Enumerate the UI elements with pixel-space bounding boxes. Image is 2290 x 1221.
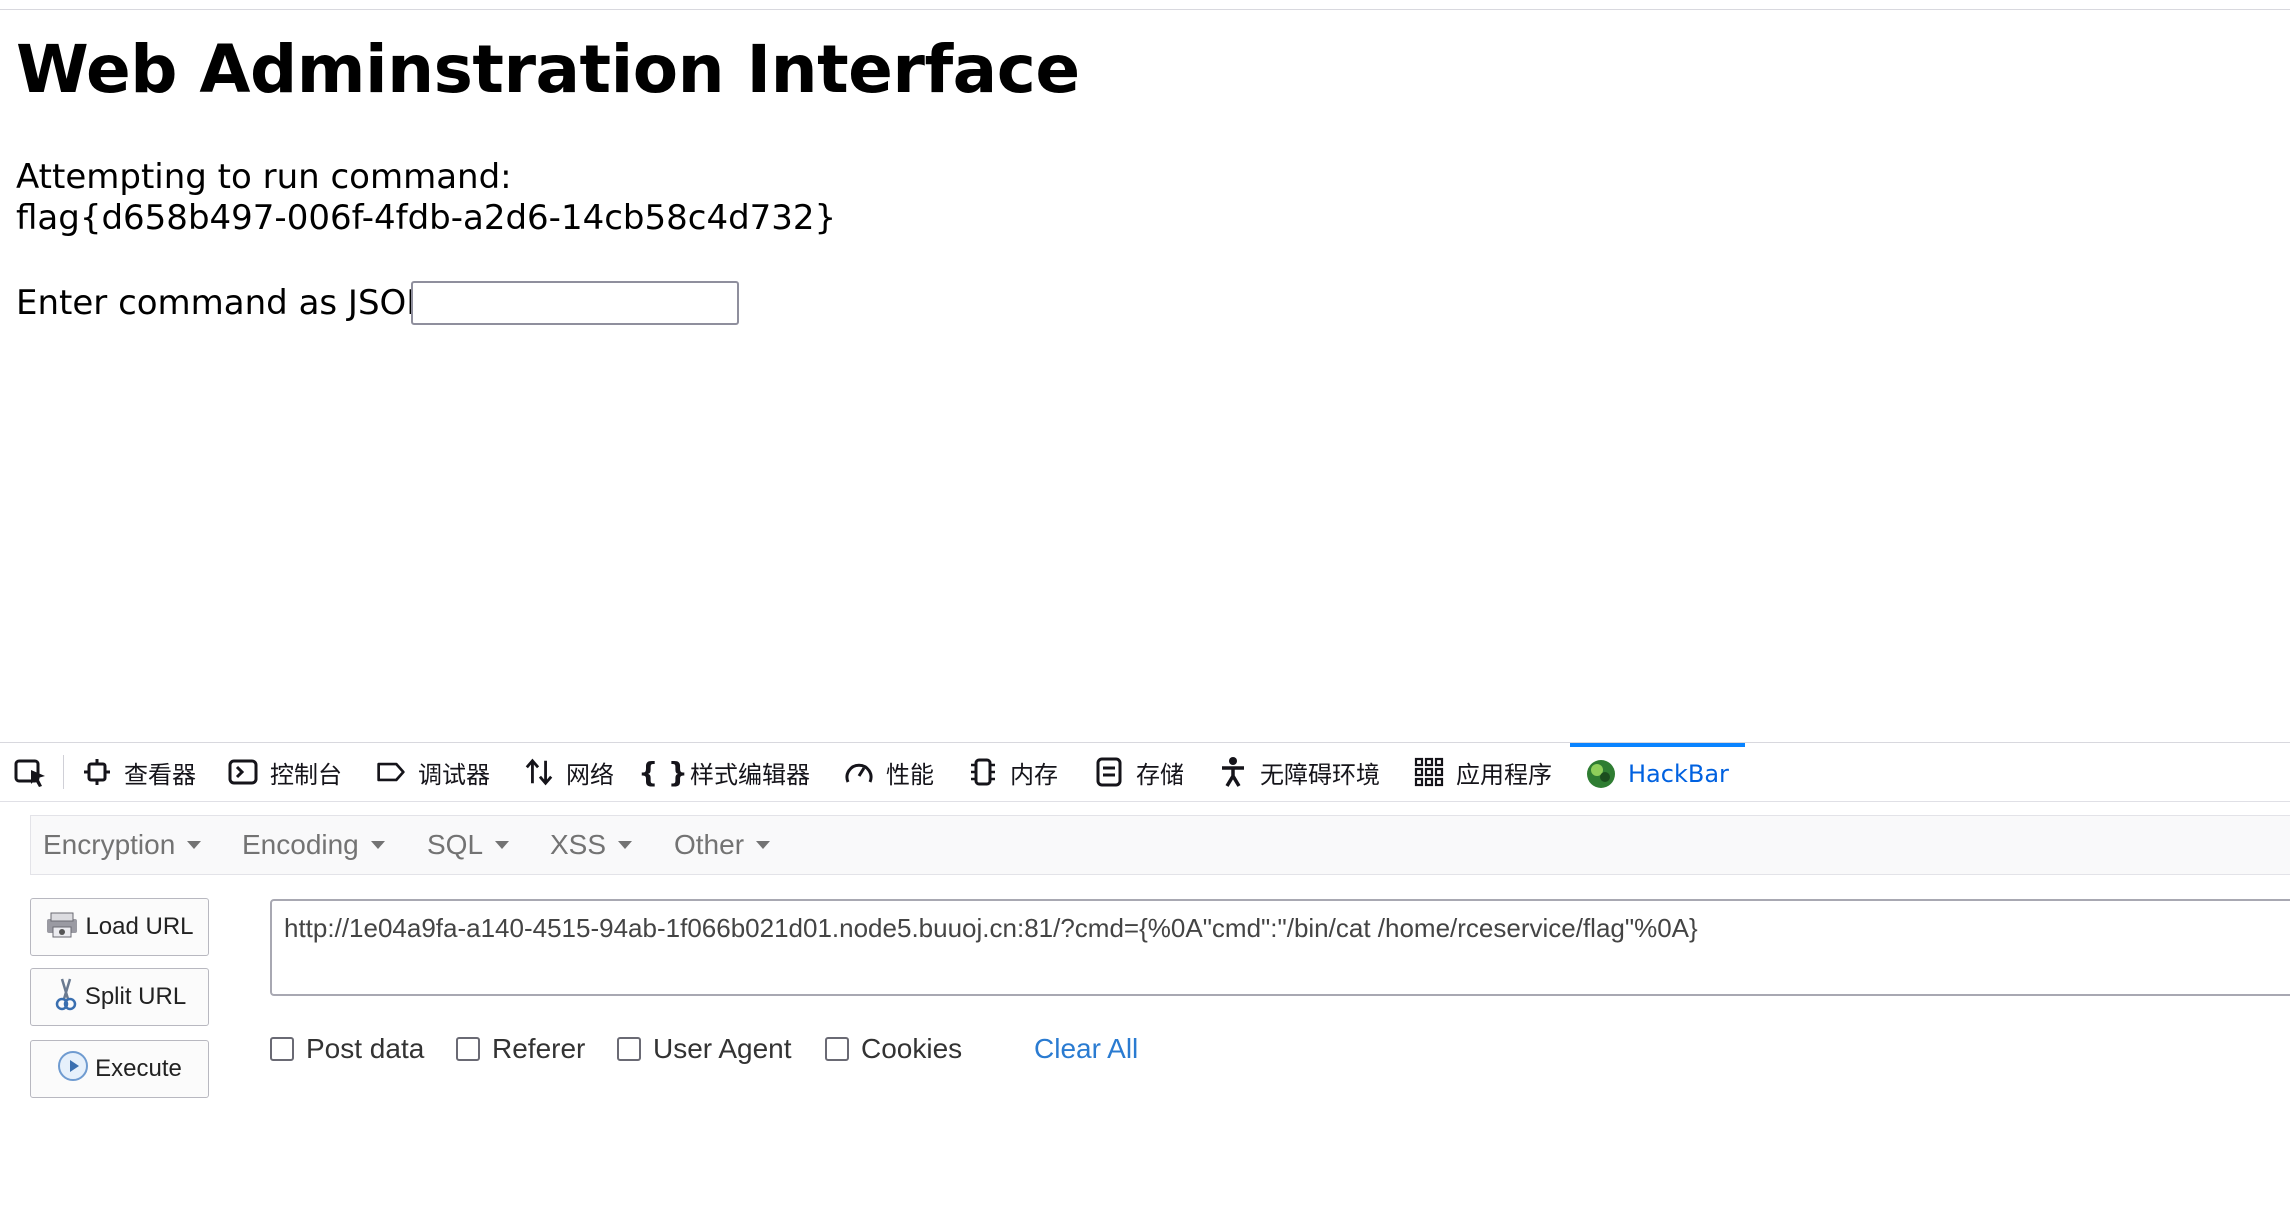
caret-down-icon: [756, 841, 771, 849]
url-textarea[interactable]: http://1e04a9fa-a140-4515-94ab-1f066b021…: [270, 899, 2290, 996]
menu-label: SQL: [427, 829, 484, 860]
tab-label: 存储: [1136, 760, 1184, 789]
debugger-icon: [376, 757, 406, 787]
tab-performance[interactable]: 性能: [844, 743, 934, 801]
top-divider: [0, 9, 2290, 10]
inspector-icon: [82, 757, 112, 787]
split-url-label: Split URL: [84, 983, 187, 1010]
menu-label: XSS: [550, 829, 607, 860]
command-output: flag{d658b497-006f-4fdb-a2d6-14cb58c4d73…: [16, 198, 837, 238]
tab-label: 控制台: [270, 760, 342, 789]
tab-label: 性能: [886, 760, 934, 789]
element-picker-icon[interactable]: [14, 757, 50, 789]
tab-label: 查看器: [124, 760, 196, 789]
menu-encryption[interactable]: Encryption: [43, 816, 202, 874]
menu-sql[interactable]: SQL: [427, 816, 510, 874]
cookies-checkbox[interactable]: Cookies: [825, 1033, 962, 1065]
tab-storage[interactable]: 存储: [1094, 743, 1184, 801]
execute-button[interactable]: Execute: [30, 1040, 209, 1098]
attempt-label: Attempting to run command:: [16, 157, 512, 197]
play-icon: [57, 1050, 89, 1089]
tab-style-editor[interactable]: { } 样式编辑器: [638, 743, 810, 801]
split-url-button[interactable]: Split URL: [30, 968, 209, 1026]
storage-icon: [1094, 757, 1124, 787]
menu-encoding[interactable]: Encoding: [242, 816, 385, 874]
load-url-icon: [45, 909, 79, 946]
caret-down-icon: [370, 841, 385, 849]
checkbox-label: Referer: [492, 1033, 586, 1064]
checkbox-label: Cookies: [861, 1033, 963, 1064]
menu-label: Other: [674, 829, 745, 860]
load-url-button[interactable]: Load URL: [30, 898, 209, 956]
menu-label: Encryption: [43, 829, 176, 860]
checkbox-box[interactable]: [617, 1037, 641, 1061]
caret-down-icon: [618, 841, 633, 849]
network-icon: [524, 757, 554, 787]
checkbox-label: User Agent: [653, 1033, 792, 1064]
tab-debugger[interactable]: 调试器: [376, 743, 490, 801]
tab-memory[interactable]: 内存: [968, 743, 1058, 801]
performance-icon: [844, 757, 874, 787]
page-title: Web Adminstration Interface: [16, 31, 1080, 108]
devtools-panel: 查看器 控制台 调试器 网络 { } 样式编辑器 性能 内存 存储 无障碍环境 …: [0, 742, 2290, 1221]
load-url-label: Load URL: [85, 913, 194, 940]
menu-xss[interactable]: XSS: [550, 816, 633, 874]
tab-hackbar[interactable]: HackBar: [1570, 743, 1745, 801]
toolbar-separator: [63, 755, 64, 789]
tab-console[interactable]: 控制台: [228, 743, 342, 801]
hackbar-icon: [1586, 759, 1616, 789]
hackbar-menu: Encryption Encoding SQL XSS Other: [30, 815, 2290, 875]
memory-icon: [968, 757, 998, 787]
caret-down-icon: [495, 841, 510, 849]
tab-accessibility[interactable]: 无障碍环境: [1218, 743, 1380, 801]
user-agent-checkbox[interactable]: User Agent: [617, 1033, 792, 1065]
execute-label: Execute: [95, 1055, 182, 1082]
tab-label: HackBar: [1628, 760, 1729, 788]
tab-label: 调试器: [418, 760, 490, 789]
checkbox-label: Post data: [306, 1033, 425, 1064]
referer-checkbox[interactable]: Referer: [456, 1033, 585, 1065]
clear-all-link[interactable]: Clear All: [1034, 1033, 1138, 1065]
style-editor-icon: { }: [638, 755, 688, 789]
tab-network[interactable]: 网络: [524, 743, 614, 801]
json-input-label: Enter command as JSON:: [16, 283, 444, 323]
json-command-input[interactable]: [411, 281, 739, 325]
accessibility-icon: [1218, 757, 1248, 787]
console-icon: [228, 757, 258, 787]
tab-label: 内存: [1010, 760, 1058, 789]
application-icon: [1414, 757, 1444, 787]
caret-down-icon: [187, 841, 202, 849]
tab-inspector[interactable]: 查看器: [82, 743, 196, 801]
checkbox-box[interactable]: [456, 1037, 480, 1061]
menu-other[interactable]: Other: [674, 816, 771, 874]
menu-label: Encoding: [242, 829, 359, 860]
devtools-tabbar: 查看器 控制台 调试器 网络 { } 样式编辑器 性能 内存 存储 无障碍环境 …: [0, 743, 2290, 802]
tab-label: 网络: [566, 760, 614, 789]
tab-application[interactable]: 应用程序: [1414, 743, 1552, 801]
page: Web Adminstration Interface Attempting t…: [0, 0, 2290, 1221]
tab-label: 无障碍环境: [1260, 760, 1380, 789]
tab-label: 样式编辑器: [690, 760, 810, 789]
post-data-checkbox[interactable]: Post data: [270, 1033, 424, 1065]
scissors-icon: [53, 977, 79, 1018]
checkbox-box[interactable]: [270, 1037, 294, 1061]
checkbox-box[interactable]: [825, 1037, 849, 1061]
tab-label: 应用程序: [1456, 760, 1552, 789]
